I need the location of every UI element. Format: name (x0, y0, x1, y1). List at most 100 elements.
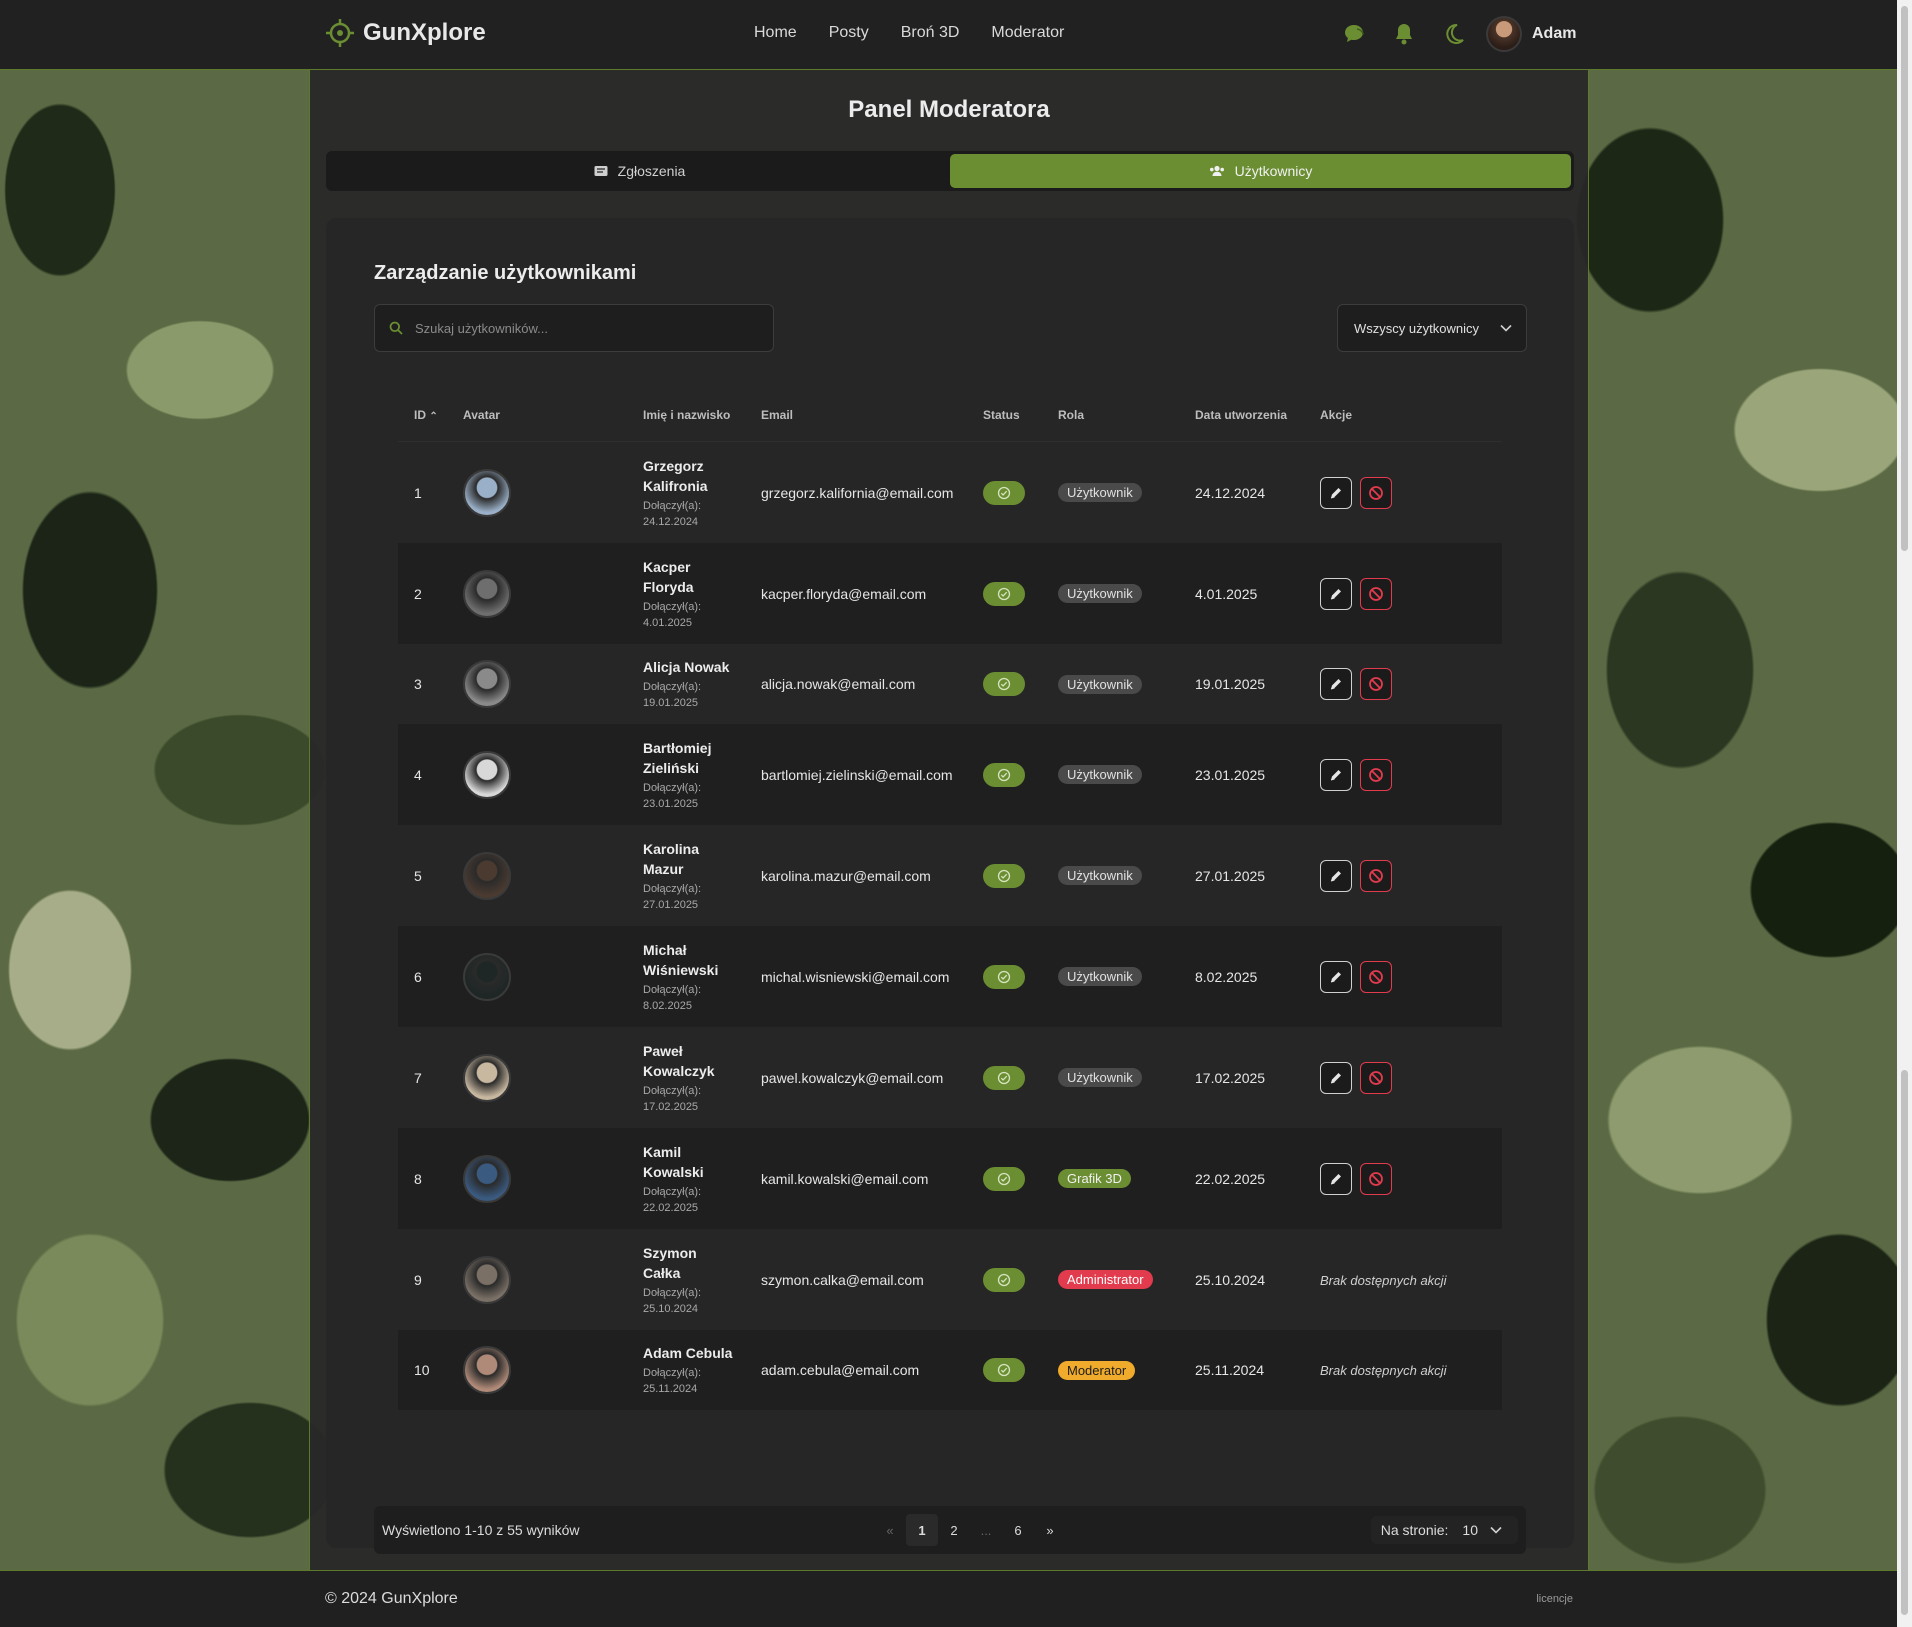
sort-up-icon: ⌃ (429, 410, 438, 422)
page-scrollbar[interactable] (1897, 0, 1912, 1627)
cell-email: karolina.mazur@email.com (761, 867, 931, 884)
table-row: 3 Alicja Nowak Dołączył(a): 19.01.2025 alicj… (398, 644, 1502, 724)
per-page-select[interactable]: 10 (1456, 1522, 1508, 1538)
check-circle-icon (997, 869, 1011, 883)
cell-avatar (463, 1255, 643, 1304)
cell-id: 7 (414, 1069, 422, 1086)
cell-actions (1320, 1061, 1500, 1094)
pencil-icon (1329, 869, 1343, 883)
joined-label: Dołączył(a): (643, 1367, 702, 1379)
ban-user-button[interactable] (1360, 476, 1392, 509)
ban-user-button[interactable] (1360, 668, 1392, 700)
cell-created: 19.01.2025 (1195, 676, 1266, 692)
user-second-line: Kowalski (643, 1163, 704, 1180)
nav-home[interactable]: Home (754, 24, 797, 42)
cell-status (983, 672, 1058, 696)
ban-user-button[interactable] (1360, 577, 1392, 610)
ban-user-button[interactable] (1360, 1061, 1392, 1094)
cell-status (983, 1065, 1058, 1090)
table-row: 2 Kacper Floryda Dołączył(a): 4.01.2025 kacpe… (398, 543, 1502, 644)
pencil-icon (1329, 768, 1343, 782)
cell-name: Karolina Mazur Dołączył(a): 27.01.2025 (643, 839, 761, 913)
edit-user-button[interactable] (1320, 668, 1352, 700)
cell-status (983, 863, 1058, 888)
status-badge (983, 480, 1025, 505)
footer-license-link[interactable]: licencje (1536, 1593, 1573, 1605)
nav-weapons-3d[interactable]: Broń 3D (901, 24, 960, 42)
chat-icon[interactable] (1340, 20, 1368, 48)
avatar (463, 851, 511, 900)
next-page-button[interactable]: » (1034, 1514, 1066, 1546)
edit-user-button[interactable] (1320, 476, 1352, 509)
th-status[interactable]: Status (983, 408, 1058, 422)
user-second-line: Floryda (643, 578, 694, 595)
cell-created: 4.01.2025 (1195, 585, 1258, 602)
cell-created: 8.02.2025 (1195, 968, 1258, 985)
nav-moderator[interactable]: Moderator (991, 24, 1064, 42)
ban-user-button[interactable] (1360, 758, 1392, 791)
user-filter-value: Wszyscy użytkownicy (1354, 320, 1479, 336)
check-circle-icon (997, 587, 1011, 601)
per-page-value: 10 (1462, 1522, 1478, 1538)
pagination-ellipsis: ... (980, 1522, 992, 1538)
prev-page-button[interactable]: « (874, 1514, 906, 1546)
scrollbar-thumb-secondary[interactable] (1901, 1070, 1908, 1615)
table-row: 5 Karolina Mazur Dołączył(a): 27.01.2025 karo… (398, 825, 1502, 926)
pagination-bar: Wyświetlono 1-10 z 55 wyników «1 2... 6» N… (374, 1506, 1526, 1554)
nav-posts[interactable]: Posty (829, 24, 869, 42)
page-button[interactable]: 1 (906, 1514, 938, 1546)
cell-actions: Brak dostępnych akcji (1320, 1272, 1500, 1288)
edit-user-button[interactable] (1320, 758, 1352, 791)
user-filter-select[interactable]: Wszyscy użytkownicy (1337, 304, 1527, 352)
cell-created: 25.11.2024 (1195, 1362, 1265, 1378)
ban-user-button[interactable] (1360, 859, 1392, 892)
th-actions: Akcje (1320, 407, 1353, 422)
status-badge (983, 581, 1025, 606)
page-button[interactable]: 2 (938, 1514, 970, 1546)
search-input[interactable] (413, 319, 753, 337)
th-role[interactable]: Rola (1058, 408, 1195, 422)
edit-user-button[interactable] (1320, 859, 1352, 892)
logo[interactable]: GunXplore (325, 18, 486, 48)
role-badge: Grafik 3D (1058, 1169, 1131, 1188)
moon-icon[interactable] (1440, 20, 1468, 48)
cell-created: 22.02.2025 (1195, 1170, 1266, 1187)
edit-user-button[interactable] (1320, 1162, 1352, 1195)
edit-user-button[interactable] (1320, 960, 1352, 993)
cell-actions (1320, 960, 1500, 993)
ban-icon (1368, 1070, 1384, 1086)
ban-user-button[interactable] (1360, 1162, 1392, 1195)
tab-reports[interactable]: Zgłoszenia (329, 154, 950, 188)
status-badge (983, 1358, 1025, 1382)
cell-id: 5 (414, 867, 422, 884)
cell-email: pawel.kowalczyk@email.com (761, 1069, 944, 1086)
status-badge (983, 672, 1025, 696)
th-name[interactable]: Imię i nazwisko (643, 408, 761, 422)
th-email[interactable]: Email (761, 408, 983, 422)
tab-users[interactable]: Użytkownicy (950, 154, 1571, 188)
joined-label: Dołączył(a): (643, 1185, 702, 1198)
edit-user-button[interactable] (1320, 1061, 1352, 1094)
user-menu[interactable]: Adam (1486, 16, 1576, 52)
edit-user-button[interactable] (1320, 577, 1352, 610)
top-actions: Adam (1340, 16, 1576, 52)
role-badge: Użytkownik (1058, 674, 1142, 694)
cell-avatar (463, 569, 643, 618)
role-badge: Użytkownik (1058, 1068, 1142, 1087)
role-badge: Administrator (1058, 1270, 1153, 1289)
per-page: Na stronie: 10 (1370, 1516, 1518, 1544)
page-button[interactable]: 6 (1002, 1514, 1034, 1546)
crosshair-icon (326, 19, 354, 47)
ban-user-button[interactable] (1360, 960, 1392, 993)
moderator-tabs: Zgłoszenia Użytkownicy (326, 151, 1574, 191)
scrollbar-thumb[interactable] (1901, 6, 1908, 551)
cell-name: Grzegorz Kalifronia Dołączył(a): 24.12.2024 (643, 456, 761, 530)
th-id[interactable]: ID ⌃ (398, 408, 463, 422)
bell-icon[interactable] (1390, 20, 1418, 48)
user-first-line: Grzegorz (643, 457, 704, 474)
page-title: Panel Moderatora (848, 96, 1050, 123)
joined-date: 22.02.2025 (643, 1201, 699, 1214)
table-row: 1 Grzegorz Kalifronia Dołączył(a): 24.12.202… (398, 442, 1502, 543)
th-created[interactable]: Data utworzenia (1195, 408, 1320, 422)
cell-role: Użytkownik (1058, 765, 1195, 784)
